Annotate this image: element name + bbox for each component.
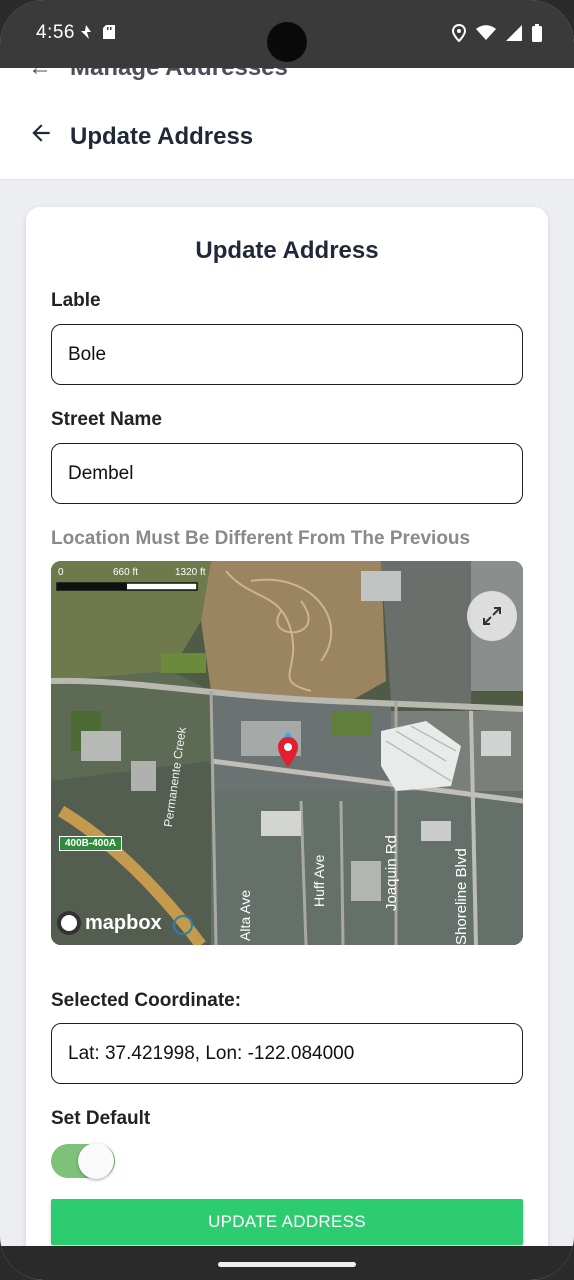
- street-input-box: [51, 443, 523, 504]
- map-scale-mid: 660 ft: [113, 567, 139, 578]
- wifi-icon: [476, 25, 496, 46]
- status-bar: 4:56: [0, 0, 574, 68]
- form-title: Update Address: [195, 237, 379, 264]
- location-map[interactable]: 0 660 ft 1320 ft Permanente Creek Alta A…: [51, 561, 523, 945]
- coordinate-label: Selected Coordinate:: [51, 990, 242, 1011]
- location-icon: [451, 23, 467, 47]
- street-name-label: Street Name: [51, 409, 162, 430]
- toggle-knob: [78, 1143, 114, 1179]
- set-default-toggle[interactable]: [51, 1142, 115, 1180]
- street-name-input[interactable]: [52, 444, 522, 503]
- map-label-joaquin: Joaquin Rd: [383, 835, 400, 911]
- battery-icon: [532, 24, 542, 47]
- mapbox-logo[interactable]: mapbox: [57, 911, 162, 935]
- arrow-left-icon[interactable]: [28, 120, 54, 146]
- set-default-label: Set Default: [51, 1108, 151, 1129]
- arrow-left-icon: ←: [28, 68, 52, 82]
- front-camera: [267, 22, 307, 62]
- coordinate-input[interactable]: [52, 1024, 522, 1083]
- map-fullscreen-button[interactable]: [467, 591, 517, 641]
- map-label-shoreline: Shoreline Blvd: [453, 848, 470, 945]
- home-indicator[interactable]: [218, 1262, 356, 1267]
- mapbox-wordmark: mapbox: [85, 911, 162, 934]
- label-input[interactable]: [52, 325, 522, 384]
- map-scale-zero: 0: [58, 567, 64, 578]
- previous-header-title: Manage Addresses: [70, 68, 288, 82]
- sd-card-icon: [102, 24, 116, 45]
- label-field-label: Lable: [51, 290, 101, 311]
- coordinate-box: [51, 1023, 523, 1084]
- map-label-huff: Huff Ave: [311, 854, 327, 907]
- signal-icon: [506, 25, 522, 46]
- update-address-button[interactable]: UPDATE ADDRESS: [51, 1199, 523, 1245]
- info-icon[interactable]: [173, 915, 193, 935]
- page-title: Update Address: [70, 123, 254, 150]
- address-form-card: Update Address Lable Street Name Locatio…: [26, 207, 548, 1280]
- app-bar: Update Address: [0, 68, 574, 180]
- map-label-alta: Alta Ave: [237, 889, 253, 941]
- map-scale-max: 1320 ft: [175, 567, 206, 578]
- location-hint: Location Must Be Different From The Prev…: [51, 528, 471, 549]
- navigation-icon: [80, 24, 92, 45]
- previous-header-ghost: ← Manage Addresses: [0, 68, 574, 82]
- phone-screen: 4:56 Update Address Update Address Lable…: [0, 0, 574, 1280]
- label-input-box: [51, 324, 523, 385]
- mapbox-icon: [57, 911, 81, 935]
- map-label-highway: 400B-400A: [59, 836, 123, 851]
- status-time: 4:56: [36, 22, 75, 43]
